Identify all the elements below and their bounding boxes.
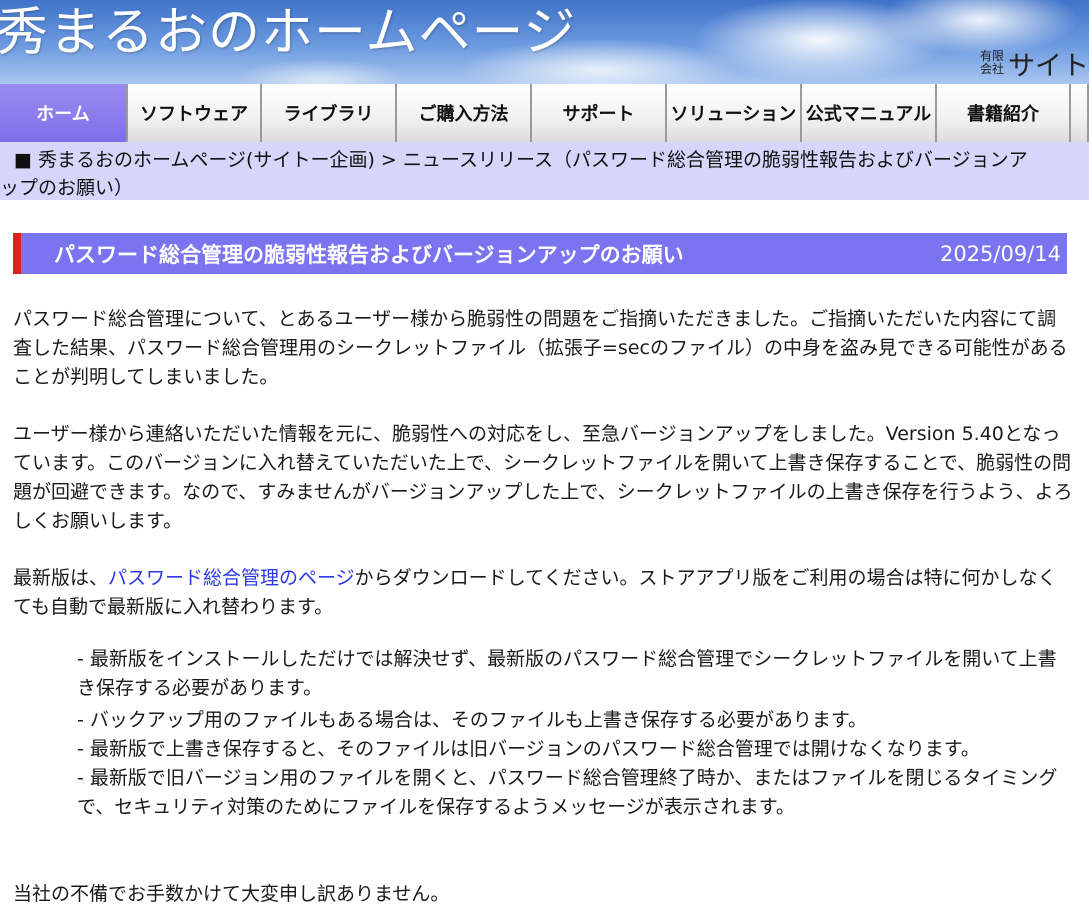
nav-library[interactable]: ライブラリ xyxy=(262,84,397,142)
notes-list: - 最新版をインストールしただけでは解決せず、最新版のパスワード総合管理でシーク… xyxy=(77,645,1062,822)
breadcrumb-home-link[interactable]: 秀まるおのホームページ(サイトー企画) xyxy=(38,149,375,171)
article-header: パスワード総合管理の脆弱性報告およびバージョンアップのお願い 2025/09/1… xyxy=(13,233,1067,274)
nav-books[interactable]: 書籍紹介 xyxy=(937,84,1071,142)
paragraph-vulnerability-report: パスワード総合管理について、とあるユーザー様から脆弱性の問題をご指摘いただきまし… xyxy=(13,308,1068,388)
download-text-before: 最新版は、 xyxy=(13,567,109,589)
nav-support[interactable]: サポート xyxy=(532,84,667,142)
breadcrumb-line-1: ■ 秀まるおのホームページ(サイトー企画) > ニュースリリース（パスワード総合… xyxy=(0,146,1089,174)
article-title: パスワード総合管理の脆弱性報告およびバージョンアップのお願い xyxy=(54,242,684,267)
note-item: - 最新版で旧バージョン用のファイルを開くと、パスワード総合管理終了時か、または… xyxy=(77,767,1058,818)
company-logo[interactable]: 有限 会社 サイト xyxy=(980,44,1089,82)
page: 秀まるおのホームページ 有限 会社 サイト ホーム ソフトウェア ライブラリ ご… xyxy=(0,0,1089,921)
breadcrumb-bullet: ■ xyxy=(14,149,32,171)
company-prefix: 有限 会社 xyxy=(980,50,1004,76)
note-item: - バックアップ用のファイルもある場合は、そのファイルも上書き保存する必要があり… xyxy=(77,709,867,731)
nav-overflow-item[interactable] xyxy=(1071,84,1089,142)
site-title[interactable]: 秀まるおのホームページ xyxy=(0,0,576,65)
nav-manual[interactable]: 公式マニュアル xyxy=(802,84,937,142)
nav-purchase[interactable]: ご購入方法 xyxy=(397,84,532,142)
breadcrumb-separator: > xyxy=(374,149,403,171)
nav-software[interactable]: ソフトウェア xyxy=(128,84,262,142)
note-item: - 最新版をインストールしただけでは解決せず、最新版のパスワード総合管理でシーク… xyxy=(77,648,1057,699)
company-prefix-bottom: 会社 xyxy=(979,62,1004,76)
article-date: 2025/09/14 xyxy=(939,241,1061,266)
nav-home[interactable]: ホーム xyxy=(0,84,128,142)
main-nav: ホーム ソフトウェア ライブラリ ご購入方法 サポート ソリューション 公式マニ… xyxy=(0,84,1089,142)
note-item: - 最新版で上書き保存すると、そのファイルは旧バージョンのパスワード総合管理では… xyxy=(77,738,980,760)
company-name: サイト xyxy=(1008,50,1089,82)
breadcrumb-line-2: ップのお願い） xyxy=(0,177,134,199)
header-banner: 秀まるおのホームページ 有限 会社 サイト xyxy=(0,0,1089,84)
nav-solution[interactable]: ソリューション xyxy=(667,84,802,142)
breadcrumb: ■ 秀まるおのホームページ(サイトー企画) > ニュースリリース（パスワード総合… xyxy=(0,142,1089,200)
paragraph-version-update: ユーザー様から連絡いただいた情報を元に、脆弱性への対応をし、至急バージョンアップ… xyxy=(13,423,1073,532)
password-manager-page-link[interactable]: パスワード総合管理のページ xyxy=(108,567,355,589)
closing-apology: 当社の不備でお手数かけて大変申し訳ありません。 xyxy=(13,883,450,905)
paragraph-download: 最新版は、パスワード総合管理のページからダウンロードしてください。ストアアプリ版… xyxy=(13,564,1073,622)
breadcrumb-current: ニュースリリース（パスワード総合管理の脆弱性報告およびバージョンア xyxy=(402,149,1028,171)
